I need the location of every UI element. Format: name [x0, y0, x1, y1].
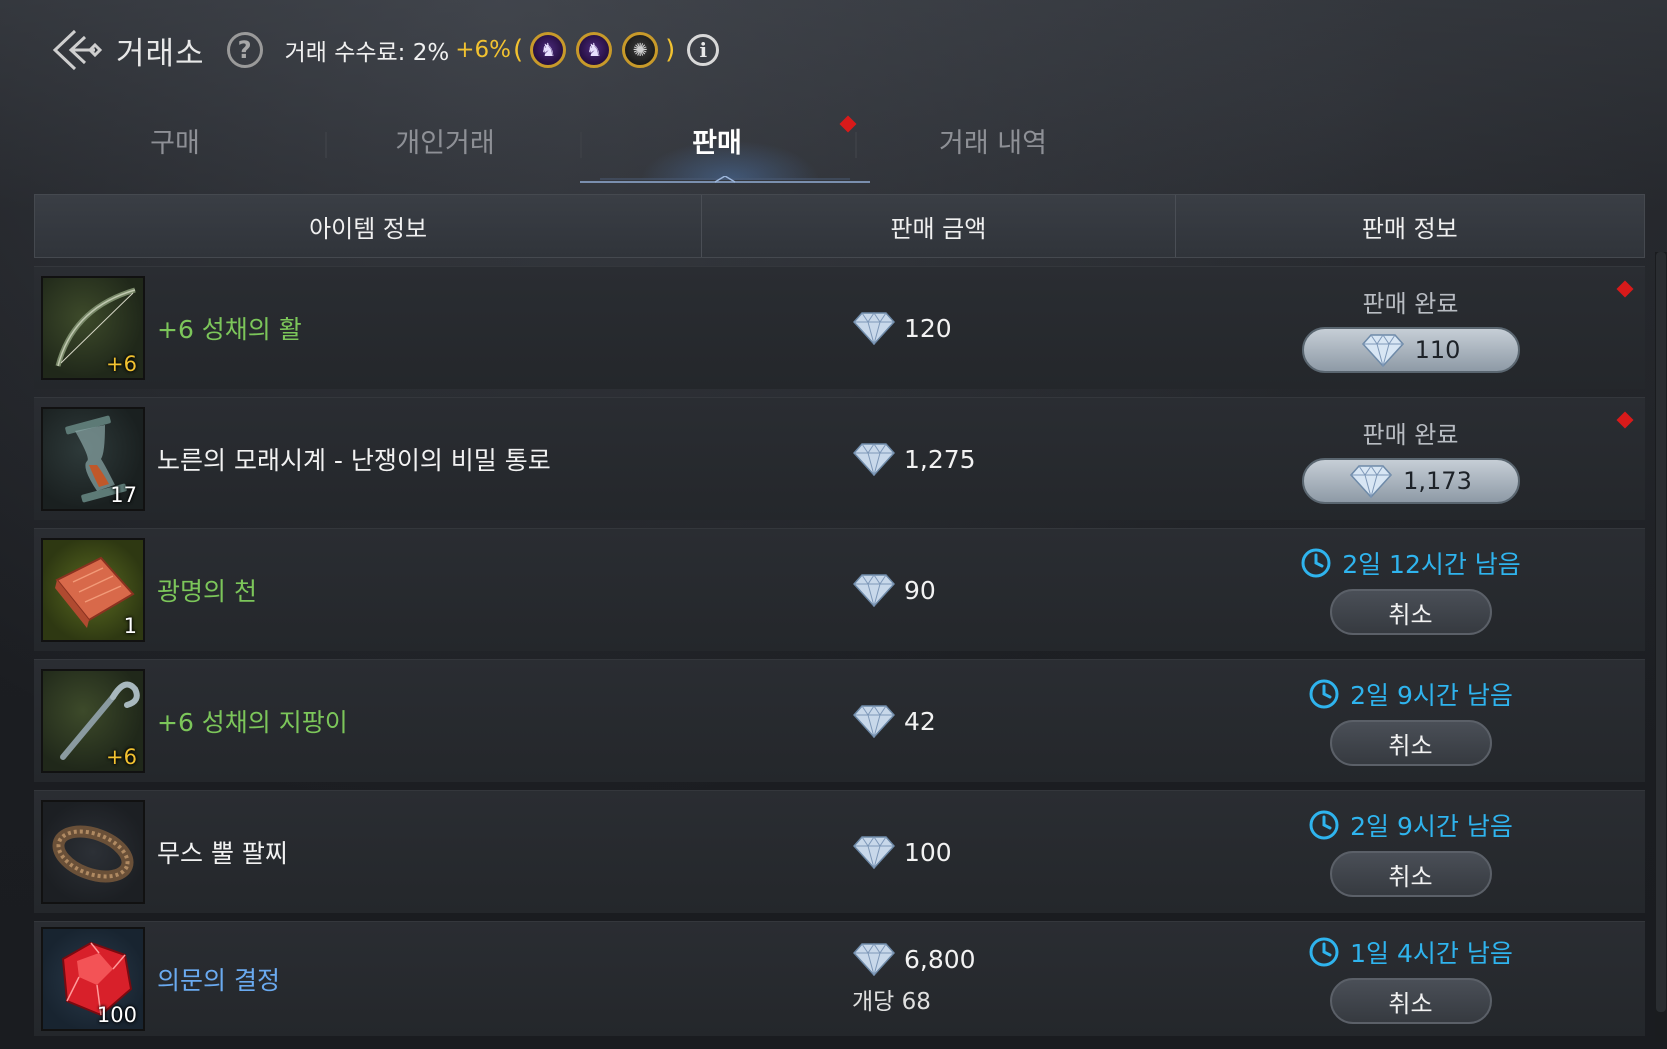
price-value: 6,800 [904, 944, 976, 974]
item-thumbnail [41, 800, 145, 904]
tab-personal-trade[interactable]: 개인거래 [300, 100, 590, 180]
diamond-currency-icon [1361, 333, 1404, 367]
column-header-item-info: 아이템 정보 [35, 195, 703, 257]
table-row[interactable]: +6 +6 성채의 지팡이 42 2일 9시간 남음 취소 [34, 659, 1645, 782]
table-row[interactable]: 1 광명의 천 90 2일 12시간 남음 취소 [34, 528, 1645, 651]
time-remaining-text: 2일 9시간 남음 [1350, 812, 1513, 841]
paren-open: ( [513, 35, 524, 65]
time-remaining: 2일 9시간 남음 [1308, 676, 1513, 712]
claim-amount: 110 [1414, 335, 1461, 364]
item-quantity: 100 [96, 1003, 137, 1027]
sales-table: 아이템 정보 판매 금액 판매 정보 +6 +6 성채의 활 120 판매 완료… [34, 194, 1645, 1036]
item-thumbnail: 17 [41, 407, 145, 511]
tab-sell[interactable]: 판매 [572, 100, 862, 180]
time-remaining: 2일 12시간 남음 [1300, 545, 1521, 581]
table-row[interactable]: 17 노른의 모래시계 - 난쟁이의 비밀 통로 1,275 판매 완료 1,1… [34, 397, 1645, 520]
item-name: 무스 뿔 팔찌 [157, 839, 288, 868]
scrollbar-thumb[interactable] [1656, 252, 1666, 1012]
sale-price: 42 [852, 704, 1176, 738]
enhance-level: +6 [106, 352, 137, 376]
buff-gear-icon[interactable]: ✺ [622, 32, 659, 68]
clock-icon [1309, 679, 1339, 709]
cancel-listing-button[interactable]: 취소 [1329, 978, 1492, 1024]
paren-close: ) [665, 35, 676, 65]
cancel-listing-button[interactable]: 취소 [1329, 851, 1492, 897]
buff-mount-icon[interactable]: ♞ [530, 32, 567, 68]
time-remaining-text: 2일 12시간 남음 [1342, 550, 1521, 579]
fee-info: 거래 수수료: 2% +6% ( ♞ ♞ ✺ ) [285, 32, 678, 68]
clock-icon [1309, 810, 1339, 840]
table-row[interactable]: 100 의문의 결정 6,800 개당 68 1일 4시간 남음 취소 [34, 921, 1645, 1036]
price-value: 120 [904, 313, 952, 343]
header: 거래소 ? 거래 수수료: 2% +6% ( ♞ ♞ ✺ ) i [46, 20, 720, 80]
sale-price: 6,800 [852, 942, 1176, 976]
item-thumbnail: +6 [41, 276, 145, 380]
status-sold-label: 판매 완료 [1362, 420, 1459, 449]
item-name: +6 성채의 지팡이 [157, 708, 348, 737]
tab-trade-history[interactable]: 거래 내역 [848, 100, 1138, 180]
item-quantity: 17 [110, 483, 137, 507]
table-header: 아이템 정보 판매 금액 판매 정보 [34, 194, 1645, 258]
clock-icon [1301, 548, 1331, 578]
claim-proceeds-button[interactable]: 1,173 [1301, 457, 1520, 504]
diamond-currency-icon [852, 836, 896, 869]
column-header-sale-info: 판매 정보 [1361, 214, 1458, 243]
item-thumbnail: +6 [41, 669, 145, 773]
diamond-currency-icon [852, 443, 896, 476]
cancel-listing-button[interactable]: 취소 [1329, 589, 1492, 635]
diamond-currency-icon [852, 574, 896, 607]
item-name: +6 성채의 활 [157, 315, 302, 344]
price-value: 90 [904, 575, 936, 605]
trading-post-screen: 거래소 ? 거래 수수료: 2% +6% ( ♞ ♞ ✺ ) i 구매 개인거래… [0, 0, 1667, 1049]
sale-price: 90 [852, 573, 1176, 607]
page-title: 거래소 [116, 35, 205, 72]
price-value: 42 [904, 706, 936, 736]
active-tab-underline [580, 176, 870, 183]
cancel-listing-button[interactable]: 취소 [1329, 720, 1492, 766]
claim-proceeds-button[interactable]: 110 [1301, 326, 1520, 373]
fee-bonus: +6% [455, 37, 511, 63]
back-arrow-icon [52, 29, 103, 71]
sale-price: 120 [852, 311, 1176, 345]
status-sold-label: 판매 완료 [1362, 289, 1459, 318]
column-header-sale-price: 판매 금액 [702, 195, 1176, 257]
diamond-currency-icon [852, 312, 896, 345]
item-thumbnail: 1 [41, 538, 145, 642]
sale-price: 1,275 [852, 442, 1176, 476]
sale-price: 100 [852, 835, 1176, 869]
diamond-currency-icon [1350, 464, 1393, 498]
back-button[interactable] [46, 20, 108, 80]
diamond-currency-icon [852, 943, 896, 976]
tab-buy[interactable]: 구매 [30, 100, 320, 180]
item-name: 광명의 천 [157, 577, 257, 606]
price-value: 1,275 [904, 444, 976, 474]
time-remaining: 1일 4시간 남음 [1308, 934, 1513, 970]
item-name: 의문의 결정 [157, 966, 280, 995]
enhance-level: +6 [106, 745, 137, 769]
time-remaining: 2일 9시간 남음 [1308, 807, 1513, 843]
bracelet-icon [52, 825, 134, 883]
time-remaining-text: 1일 4시간 남음 [1350, 939, 1513, 968]
item-thumbnail: 100 [41, 927, 145, 1031]
buff-mount-icon[interactable]: ♞ [576, 32, 613, 68]
price-value: 100 [904, 837, 952, 867]
scrollbar[interactable] [1655, 252, 1667, 1042]
clock-icon [1309, 937, 1339, 967]
table-row[interactable]: +6 +6 성채의 활 120 판매 완료 110 [34, 266, 1645, 389]
info-icon[interactable]: i [687, 34, 720, 66]
claim-amount: 1,173 [1403, 466, 1472, 495]
time-remaining-text: 2일 9시간 남음 [1350, 681, 1513, 710]
table-row[interactable]: 무스 뿔 팔찌 100 2일 9시간 남음 취소 [34, 790, 1645, 913]
item-quantity: 1 [123, 614, 137, 638]
diamond-currency-icon [852, 705, 896, 738]
help-icon[interactable]: ? [226, 32, 263, 68]
item-name: 노른의 모래시계 - 난쟁이의 비밀 통로 [157, 446, 551, 475]
price-per-unit: 개당 68 [852, 989, 931, 1015]
fee-label: 거래 수수료: 2% [284, 40, 450, 66]
